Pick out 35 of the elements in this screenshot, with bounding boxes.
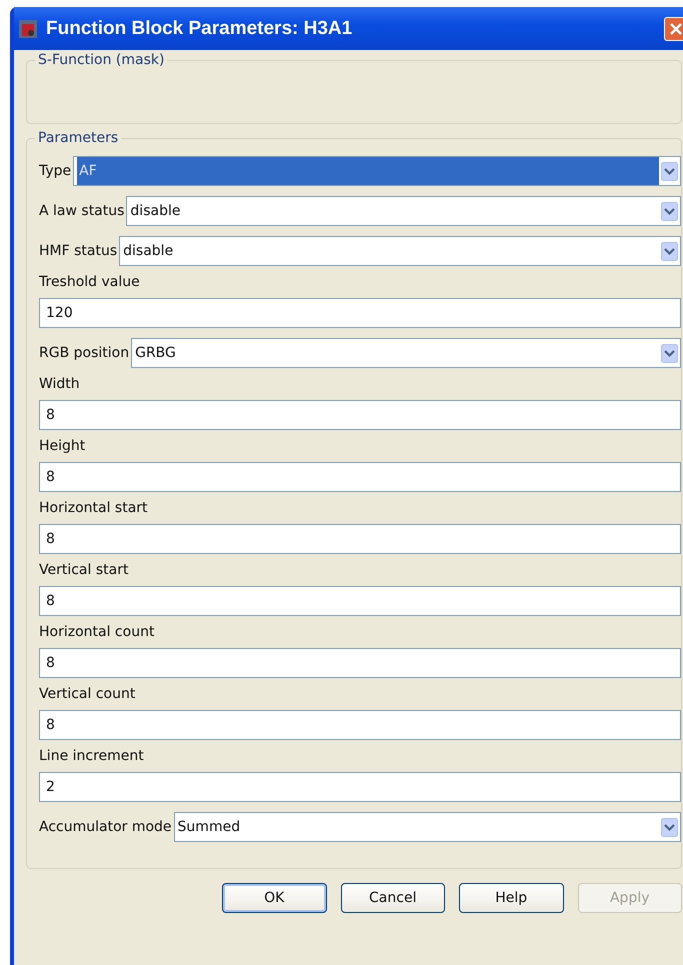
input-field[interactable]: 8 (39, 524, 681, 554)
input-field[interactable]: 8 (39, 710, 681, 740)
field-label: Line increment (39, 748, 145, 764)
app-icon (18, 18, 38, 38)
dropdown[interactable]: AF (73, 156, 681, 186)
input-field[interactable]: 8 (39, 400, 681, 430)
close-button[interactable] (664, 16, 683, 40)
dropdown[interactable]: disable (126, 196, 681, 226)
dialog-button[interactable]: Cancel (340, 883, 445, 913)
field-label: Vertical count (39, 686, 136, 702)
window-title: Function Block Parameters: H3A1 (46, 18, 352, 40)
close-icon (669, 22, 683, 36)
field-label: Treshold value (39, 274, 141, 290)
field-label: A law status (39, 203, 124, 219)
dialog-button[interactable]: Help (459, 883, 564, 913)
field-label: Accumulator mode (39, 819, 172, 835)
input-field[interactable]: 8 (39, 462, 681, 492)
field-label: HMF status (39, 243, 118, 259)
dialog-button[interactable]: OK (222, 883, 326, 913)
field-label: Width (39, 376, 81, 392)
dropdown[interactable]: GRBG (131, 338, 681, 368)
field-label: Horizontal count (39, 624, 156, 640)
input-field[interactable]: 8 (39, 586, 681, 616)
field-label: RGB position (39, 345, 130, 361)
group-title: S-Function (mask) (37, 52, 166, 68)
field-label: Height (39, 438, 86, 454)
field-label: Horizontal start (39, 500, 149, 516)
input-field[interactable]: 2 (39, 772, 681, 802)
field-label: Vertical start (39, 562, 130, 578)
dropdown[interactable]: disable (119, 236, 681, 266)
input-field[interactable]: 8 (39, 648, 681, 678)
dropdown[interactable]: Summed (174, 812, 681, 842)
group-title: Parameters (37, 130, 120, 146)
input-field[interactable]: 120 (39, 298, 681, 328)
field-label: Type (39, 163, 72, 179)
